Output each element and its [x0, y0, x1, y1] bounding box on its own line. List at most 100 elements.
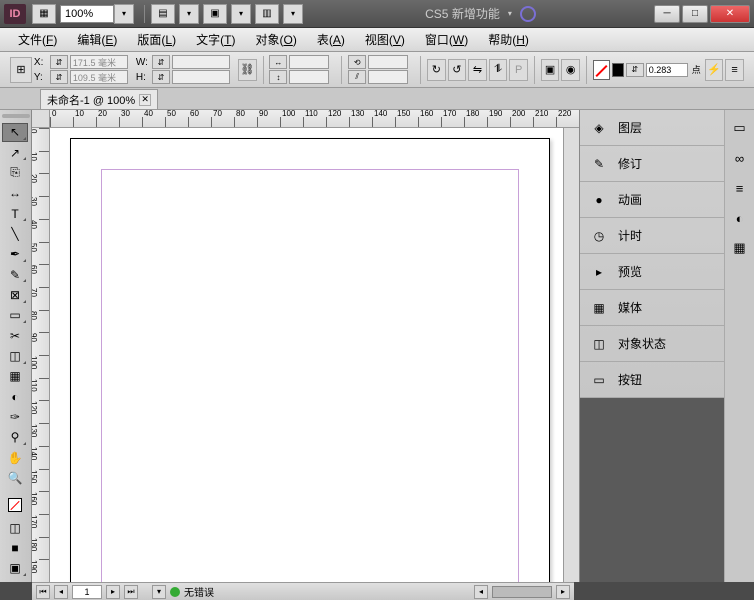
- vertical-scrollbar[interactable]: [563, 128, 579, 582]
- scale-y-input[interactable]: [289, 70, 329, 84]
- document-tab[interactable]: 未命名-1 @ 100% ✕: [40, 89, 158, 109]
- maximize-button[interactable]: □: [682, 5, 708, 23]
- panel-按钮[interactable]: ▭按钮: [580, 362, 724, 398]
- fill-swatch[interactable]: [593, 60, 610, 80]
- screen-mode-tool[interactable]: ▣: [2, 559, 28, 578]
- scale-x-icon[interactable]: ↔: [269, 55, 287, 69]
- hand-tool[interactable]: ✋: [2, 448, 28, 467]
- select-container-icon[interactable]: ▣: [541, 59, 560, 81]
- screen-mode-icon[interactable]: ▣: [203, 4, 227, 24]
- type-tool[interactable]: T: [2, 204, 28, 223]
- panel-媒体[interactable]: ▦媒体: [580, 290, 724, 326]
- p-icon[interactable]: P: [509, 59, 528, 81]
- reference-point-icon[interactable]: ⊞: [10, 57, 32, 83]
- dock-icon[interactable]: ≡: [730, 178, 750, 198]
- menu-table[interactable]: 表(A): [307, 28, 355, 51]
- page-input[interactable]: [72, 585, 102, 599]
- apply-color-icon[interactable]: ■: [2, 538, 28, 557]
- last-page-icon[interactable]: ⏭: [124, 585, 138, 599]
- preflight-status-icon[interactable]: [170, 587, 180, 597]
- menu-file[interactable]: 文件(F): [8, 28, 67, 51]
- stepper-icon[interactable]: ⇵: [152, 55, 170, 69]
- stepper-icon[interactable]: ⇵: [626, 63, 644, 77]
- scissors-tool[interactable]: ✂: [2, 326, 28, 345]
- panel-预览[interactable]: ▸预览: [580, 254, 724, 290]
- page-tool[interactable]: ⎘: [2, 163, 28, 182]
- workspace-label[interactable]: CS5 新增功能: [425, 5, 500, 22]
- rotate-input[interactable]: [368, 55, 408, 69]
- direct-selection-tool[interactable]: ↗: [2, 143, 28, 162]
- flip-h-icon[interactable]: ⇋: [468, 59, 487, 81]
- ruler-origin[interactable]: [32, 110, 50, 128]
- stepper-icon[interactable]: ⇵: [50, 55, 68, 69]
- panel-计时[interactable]: ◷计时: [580, 218, 724, 254]
- menu-object[interactable]: 对象(O): [245, 28, 306, 51]
- scroll-right-icon[interactable]: ▸: [556, 585, 570, 599]
- dropdown-icon[interactable]: ▾: [508, 9, 512, 18]
- dropdown-icon[interactable]: ▾: [179, 4, 199, 24]
- rotate-cw-icon[interactable]: ↻: [427, 59, 446, 81]
- w-input[interactable]: [172, 55, 230, 69]
- select-content-icon[interactable]: ◉: [561, 59, 580, 81]
- tab-close-icon[interactable]: ✕: [139, 94, 151, 106]
- menu-window[interactable]: 窗口(W): [415, 28, 478, 51]
- dock-icon[interactable]: ∞: [730, 148, 750, 168]
- constrain-icon[interactable]: ⛓: [238, 59, 257, 81]
- stepper-icon[interactable]: ⇵: [50, 70, 68, 84]
- zoom-tool[interactable]: 🔍: [2, 468, 28, 487]
- dock-icon[interactable]: ◐: [730, 208, 750, 228]
- menu-view[interactable]: 视图(V): [355, 28, 415, 51]
- cs-live-icon[interactable]: [520, 6, 536, 22]
- minimize-button[interactable]: ─: [654, 5, 680, 23]
- next-page-icon[interactable]: ▸: [106, 585, 120, 599]
- close-button[interactable]: ✕: [710, 5, 750, 23]
- bridge-icon[interactable]: ▦: [32, 4, 56, 24]
- panel-修订[interactable]: ✎修订: [580, 146, 724, 182]
- selection-tool[interactable]: ↖: [2, 123, 28, 142]
- arrange-icon[interactable]: ▥: [255, 4, 279, 24]
- y-input[interactable]: [70, 70, 128, 84]
- dropdown-icon[interactable]: ▾: [231, 4, 251, 24]
- h-input[interactable]: [172, 70, 230, 84]
- stepper-icon[interactable]: ⇵: [152, 70, 170, 84]
- prev-page-icon[interactable]: ◂: [54, 585, 68, 599]
- zoom-dropdown-icon[interactable]: ▾: [114, 4, 134, 24]
- pasteboard[interactable]: [50, 128, 563, 582]
- menu-help[interactable]: 帮助(H): [478, 28, 539, 51]
- stroke-swatch[interactable]: [612, 63, 624, 77]
- free-transform-tool[interactable]: ◫: [2, 346, 28, 365]
- pen-tool[interactable]: ✒: [2, 245, 28, 264]
- quick-apply-icon[interactable]: ⚡: [705, 59, 724, 81]
- panel-对象状态[interactable]: ◫对象状态: [580, 326, 724, 362]
- note-tool[interactable]: ✑: [2, 407, 28, 426]
- first-page-icon[interactable]: ⏮: [36, 585, 50, 599]
- menu-type[interactable]: 文字(T): [186, 28, 245, 51]
- scroll-left-icon[interactable]: ◂: [474, 585, 488, 599]
- zoom-input[interactable]: [60, 5, 114, 23]
- dropdown-icon[interactable]: ▾: [283, 4, 303, 24]
- gradient-feather-tool[interactable]: ◐: [2, 387, 28, 406]
- horizontal-scrollbar[interactable]: [492, 586, 552, 598]
- toolbox-grip[interactable]: [2, 114, 30, 118]
- vertical-ruler[interactable]: 0102030405060708090100110120130140150160…: [32, 128, 50, 582]
- page[interactable]: [70, 138, 550, 582]
- eyedropper-tool[interactable]: ⚲: [2, 428, 28, 447]
- menu-layout[interactable]: 版面(L): [127, 28, 186, 51]
- fill-stroke-swatch[interactable]: [2, 493, 28, 517]
- panel-menu-icon[interactable]: ≡: [725, 59, 744, 81]
- rectangle-frame-tool[interactable]: ⊠: [2, 285, 28, 304]
- pencil-tool[interactable]: ✎: [2, 265, 28, 284]
- x-input[interactable]: [70, 55, 128, 69]
- menu-edit[interactable]: 编辑(E): [67, 28, 127, 51]
- view-options-icon[interactable]: ▤: [151, 4, 175, 24]
- dock-icon[interactable]: ▭: [730, 118, 750, 138]
- formatting-affects-icon[interactable]: ◫: [2, 518, 28, 537]
- shear-input[interactable]: [368, 70, 408, 84]
- shear-icon[interactable]: ⫽: [348, 70, 366, 84]
- flip-v-icon[interactable]: ⥮: [489, 59, 508, 81]
- dock-icon[interactable]: ▦: [730, 238, 750, 258]
- panel-动画[interactable]: ●动画: [580, 182, 724, 218]
- gradient-swatch-tool[interactable]: ▦: [2, 367, 28, 386]
- rectangle-tool[interactable]: ▭: [2, 306, 28, 325]
- line-tool[interactable]: ╲: [2, 224, 28, 243]
